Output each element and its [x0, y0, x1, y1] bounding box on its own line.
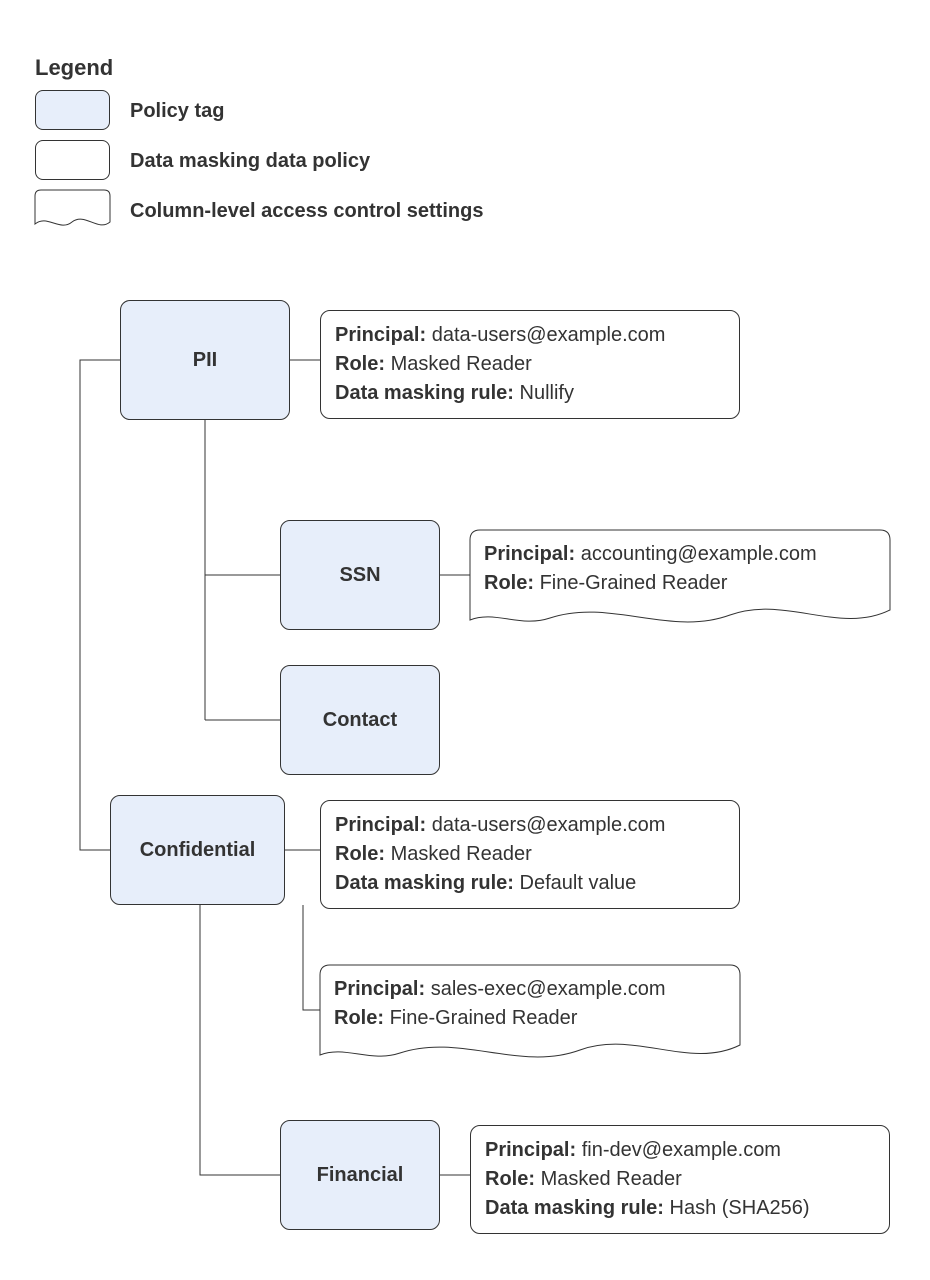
- ssn-role: Fine-Grained Reader: [540, 572, 728, 594]
- legend-label-data-policy: Data masking data policy: [130, 150, 370, 173]
- conf-principal: data-users@example.com: [432, 814, 666, 836]
- data-policy-confidential: Principal: data-users@example.com Role: …: [320, 800, 740, 909]
- policy-tag-financial-label: Financial: [317, 1164, 404, 1187]
- column-access-confidential-text: Principal: sales-exec@example.com Role: …: [320, 965, 740, 1043]
- legend-label-policy-tag: Policy tag: [130, 100, 224, 123]
- ssn-principal: accounting@example.com: [581, 543, 817, 565]
- connector-lines: [0, 0, 930, 1280]
- pii-role: Masked Reader: [391, 353, 532, 375]
- policy-tag-financial: Financial: [280, 1120, 440, 1230]
- pii-rule: Nullify: [520, 382, 574, 404]
- conf-rule: Default value: [520, 872, 637, 894]
- conf-role: Masked Reader: [391, 843, 532, 865]
- data-policy-financial: Principal: fin-dev@example.com Role: Mas…: [470, 1125, 890, 1234]
- policy-tag-ssn: SSN: [280, 520, 440, 630]
- diagram-canvas: Legend Policy tag Data masking data poli…: [0, 0, 930, 1280]
- legend-label-column-level: Column-level access control settings: [130, 200, 483, 223]
- policy-tag-contact: Contact: [280, 665, 440, 775]
- policy-tag-contact-label: Contact: [323, 709, 397, 732]
- legend-title: Legend: [35, 55, 113, 81]
- conf-access-role: Fine-Grained Reader: [390, 1007, 578, 1029]
- pii-principal: data-users@example.com: [432, 324, 666, 346]
- legend-swatch-column-level: [35, 190, 110, 235]
- policy-tag-ssn-label: SSN: [339, 564, 380, 587]
- policy-tag-pii-label: PII: [193, 349, 217, 372]
- policy-tag-confidential: Confidential: [110, 795, 285, 905]
- data-policy-pii: Principal: data-users@example.com Role: …: [320, 310, 740, 419]
- conf-access-principal: sales-exec@example.com: [431, 978, 666, 1000]
- column-access-ssn-text: Principal: accounting@example.com Role: …: [470, 530, 890, 608]
- policy-tag-pii: PII: [120, 300, 290, 420]
- fin-rule: Hash (SHA256): [670, 1197, 810, 1219]
- fin-role: Masked Reader: [541, 1168, 682, 1190]
- legend-swatch-data-policy: [35, 140, 110, 180]
- policy-tag-confidential-label: Confidential: [140, 839, 256, 862]
- fin-principal: fin-dev@example.com: [582, 1139, 781, 1161]
- legend-swatch-policy-tag: [35, 90, 110, 130]
